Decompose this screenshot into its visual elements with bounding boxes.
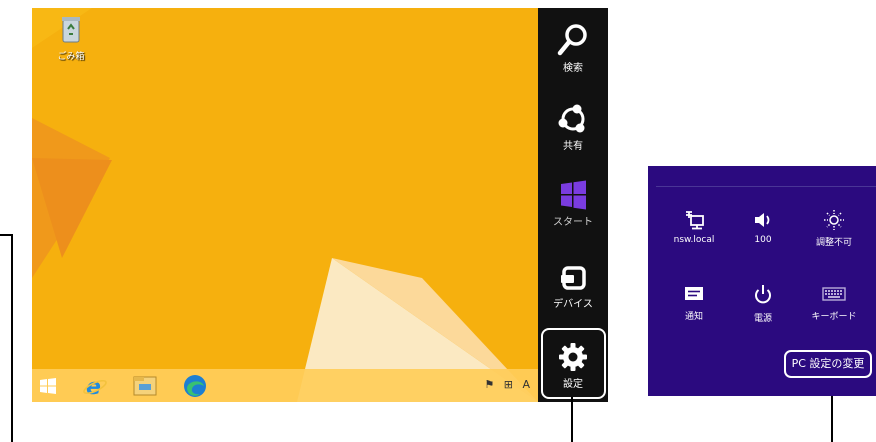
action-center-icon[interactable]: ⚑ — [484, 378, 494, 391]
volume-label: 100 — [754, 235, 772, 245]
recycle-bin-icon — [62, 17, 80, 43]
charm-devices[interactable]: デバイス — [538, 266, 608, 310]
callout-line-left — [11, 234, 13, 442]
ime-indicator[interactable]: A — [522, 378, 530, 391]
network-icon — [686, 211, 704, 230]
notifications-icon — [685, 287, 703, 300]
quick-setting-brightness[interactable]: 調整不可 — [800, 210, 868, 248]
internet-explorer-icon[interactable]: e — [82, 373, 108, 399]
quick-setting-notifications[interactable]: 通知 — [660, 284, 728, 322]
quick-setting-keyboard[interactable]: キーボード — [800, 284, 868, 322]
charm-start[interactable]: スタート — [538, 180, 608, 228]
file-explorer-icon[interactable] — [132, 373, 158, 397]
desktop-wallpaper — [32, 8, 538, 402]
pane-divider — [656, 186, 876, 187]
windows-start-icon[interactable] — [40, 378, 56, 394]
taskbar: e ⚑ ⊞ A — [32, 369, 538, 402]
settings-pane: nsw.local 100 調整不可 通知 電源 キーボード PC 設定の変更 — [648, 166, 876, 396]
quick-setting-network[interactable]: nsw.local — [660, 210, 728, 245]
power-icon — [755, 285, 771, 304]
windows-logo-icon — [561, 180, 586, 210]
search-icon — [557, 24, 587, 56]
network-label: nsw.local — [673, 235, 715, 245]
brightness-icon — [824, 210, 844, 230]
charm-start-label: スタート — [553, 217, 593, 228]
edge-icon[interactable] — [182, 373, 208, 399]
share-icon — [558, 104, 585, 133]
settings-charm-highlight — [541, 328, 606, 399]
quick-setting-volume[interactable]: 100 — [729, 210, 797, 245]
charm-share[interactable]: 共有 — [538, 104, 608, 152]
recycle-bin-label: ごみ箱 — [57, 52, 85, 62]
devices-icon — [561, 266, 586, 290]
charm-search[interactable]: 検索 — [538, 22, 608, 74]
quick-setting-power[interactable]: 電源 — [729, 284, 797, 324]
charm-share-label: 共有 — [563, 141, 583, 152]
callout-line-pc-settings — [831, 396, 833, 442]
keyboard-label: キーボード — [811, 312, 857, 322]
volume-icon — [755, 213, 770, 227]
desktop: ごみ箱 e ⚑ ⊞ A — [32, 8, 538, 402]
charm-devices-label: デバイス — [553, 299, 593, 310]
notifications-label: 通知 — [684, 312, 703, 322]
brightness-label: 調整不可 — [815, 238, 852, 248]
system-tray: ⚑ ⊞ A — [478, 378, 530, 391]
network-tray-icon[interactable]: ⊞ — [504, 378, 513, 391]
pc-settings-link[interactable]: PC 設定の変更 — [784, 350, 872, 378]
power-label: 電源 — [753, 314, 772, 324]
recycle-bin[interactable]: ごみ箱 — [46, 14, 96, 62]
charm-search-label: 検索 — [563, 63, 583, 74]
callout-line-settings — [571, 397, 573, 442]
keyboard-icon — [822, 287, 846, 301]
